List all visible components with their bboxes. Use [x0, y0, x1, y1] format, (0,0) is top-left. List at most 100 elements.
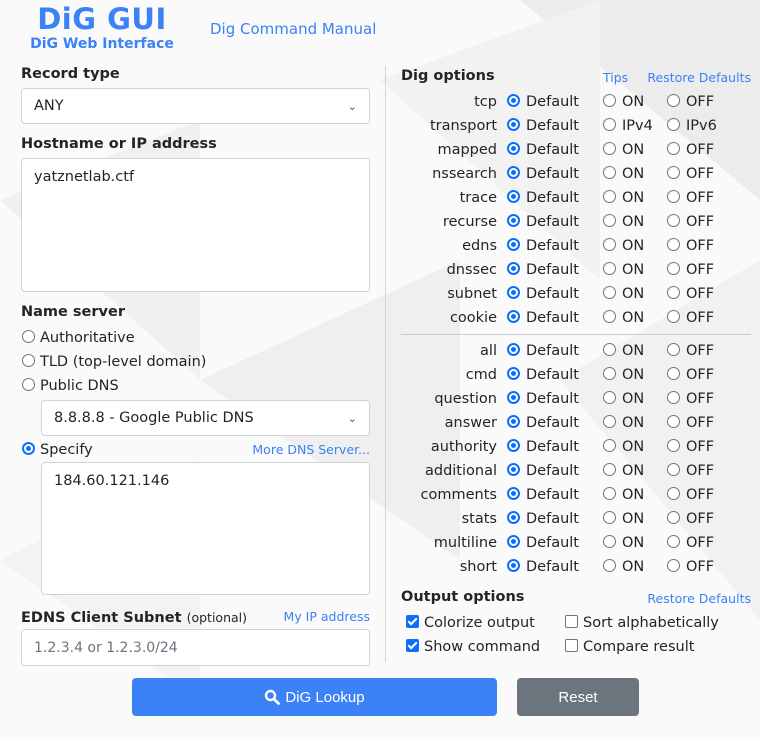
record-type-select[interactable]: ANY ⌄	[21, 88, 370, 124]
option-default[interactable]: Default	[507, 363, 579, 387]
radio-icon[interactable]	[667, 559, 680, 572]
radio-icon[interactable]	[603, 214, 616, 227]
option-default[interactable]: Default	[507, 210, 579, 234]
option-off[interactable]: OFF	[667, 363, 714, 387]
radio-icon[interactable]	[603, 310, 616, 323]
option-off[interactable]: OFF	[667, 531, 714, 555]
option-default[interactable]: Default	[507, 306, 579, 330]
radio-icon[interactable]	[603, 535, 616, 548]
radio-icon[interactable]	[667, 367, 680, 380]
option-default[interactable]: Default	[507, 162, 579, 186]
edns-subnet-input[interactable]: 1.2.3.4 or 1.2.3.0/24	[21, 629, 370, 666]
radio-checked-icon[interactable]	[507, 415, 520, 428]
option-off[interactable]: OFF	[667, 162, 714, 186]
radio-icon[interactable]	[667, 439, 680, 452]
radio-icon[interactable]	[667, 511, 680, 524]
radio-icon[interactable]	[603, 94, 616, 107]
checkbox-icon[interactable]	[565, 615, 578, 628]
radio-icon[interactable]	[603, 367, 616, 380]
option-on[interactable]: ON	[603, 507, 644, 531]
option-off[interactable]: OFF	[667, 210, 714, 234]
radio-icon[interactable]	[667, 487, 680, 500]
radio-icon[interactable]	[667, 463, 680, 476]
option-default[interactable]: Default	[507, 90, 579, 114]
option-off[interactable]: OFF	[667, 555, 714, 579]
option-on[interactable]: ON	[603, 531, 644, 555]
option-default[interactable]: Default	[507, 459, 579, 483]
my-ip-address-link[interactable]: My IP address	[284, 609, 370, 624]
radio-checked-icon[interactable]	[507, 535, 520, 548]
radio-checked-icon[interactable]	[507, 391, 520, 404]
radio-checked-icon[interactable]	[507, 487, 520, 500]
option-on[interactable]: ON	[603, 435, 644, 459]
option-default[interactable]: Default	[507, 258, 579, 282]
radio-checked-icon[interactable]	[507, 94, 520, 107]
checkbox-icon[interactable]	[565, 639, 578, 652]
radio-icon[interactable]	[22, 330, 35, 343]
option-default[interactable]: Default	[507, 531, 579, 555]
radio-icon[interactable]	[667, 118, 680, 131]
restore-defaults-link[interactable]: Restore Defaults	[647, 70, 751, 85]
sort-alphabetically-checkbox[interactable]: Sort alphabetically	[565, 611, 719, 635]
option-default[interactable]: Default	[507, 387, 579, 411]
option-default[interactable]: Default	[507, 507, 579, 531]
option-off[interactable]: OFF	[667, 282, 714, 306]
specify-server-textarea[interactable]: 184.60.121.146	[41, 462, 370, 595]
radio-icon[interactable]	[667, 166, 680, 179]
radio-checked-icon[interactable]	[507, 439, 520, 452]
radio-icon[interactable]	[603, 439, 616, 452]
option-on[interactable]: ON	[603, 459, 644, 483]
radio-checked-icon[interactable]	[507, 310, 520, 323]
option-on[interactable]: ON	[603, 339, 644, 363]
option-on[interactable]: ON	[603, 138, 644, 162]
radio-checked-icon[interactable]	[507, 463, 520, 476]
radio-icon[interactable]	[603, 511, 616, 524]
radio-icon[interactable]	[603, 391, 616, 404]
radio-checked-icon[interactable]	[507, 238, 520, 251]
option-off[interactable]: OFF	[667, 90, 714, 114]
radio-checked-icon[interactable]	[507, 511, 520, 524]
option-off[interactable]: OFF	[667, 387, 714, 411]
ns-option-specify[interactable]: Specify More DNS Server...	[21, 438, 370, 462]
radio-checked-icon[interactable]	[507, 118, 520, 131]
radio-icon[interactable]	[603, 559, 616, 572]
option-off[interactable]: OFF	[667, 411, 714, 435]
radio-checked-icon[interactable]	[507, 286, 520, 299]
radio-checked-icon[interactable]	[507, 343, 520, 356]
radio-icon[interactable]	[667, 238, 680, 251]
option-off[interactable]: OFF	[667, 306, 714, 330]
radio-icon[interactable]	[22, 354, 35, 367]
radio-checked-icon[interactable]	[507, 367, 520, 380]
radio-icon[interactable]	[603, 487, 616, 500]
radio-icon[interactable]	[667, 535, 680, 548]
option-on[interactable]: ON	[603, 258, 644, 282]
option-off[interactable]: OFF	[667, 459, 714, 483]
option-default[interactable]: Default	[507, 234, 579, 258]
radio-icon[interactable]	[603, 118, 616, 131]
checkbox-checked-icon[interactable]	[406, 639, 419, 652]
radio-checked-icon[interactable]	[507, 214, 520, 227]
radio-icon[interactable]	[667, 262, 680, 275]
radio-icon[interactable]	[603, 415, 616, 428]
output-restore-defaults-link[interactable]: Restore Defaults	[647, 591, 751, 606]
option-off[interactable]: OFF	[667, 483, 714, 507]
radio-icon[interactable]	[603, 190, 616, 203]
option-on[interactable]: ON	[603, 306, 644, 330]
option-on[interactable]: ON	[603, 210, 644, 234]
dig-lookup-button[interactable]: DiG Lookup	[132, 678, 497, 716]
dig-command-manual-link[interactable]: Dig Command Manual	[210, 20, 376, 38]
option-off[interactable]: OFF	[667, 186, 714, 210]
radio-icon[interactable]	[603, 286, 616, 299]
radio-icon[interactable]	[667, 310, 680, 323]
option-off[interactable]: OFF	[667, 507, 714, 531]
radio-checked-icon[interactable]	[507, 166, 520, 179]
option-default[interactable]: Default	[507, 339, 579, 363]
option-on[interactable]: ON	[603, 186, 644, 210]
option-off[interactable]: OFF	[667, 258, 714, 282]
show-command-checkbox[interactable]: Show command	[406, 635, 540, 659]
option-on[interactable]: ON	[603, 90, 644, 114]
option-on[interactable]: ON	[603, 555, 644, 579]
radio-icon[interactable]	[603, 166, 616, 179]
radio-checked-icon[interactable]	[507, 190, 520, 203]
option-off[interactable]: OFF	[667, 339, 714, 363]
